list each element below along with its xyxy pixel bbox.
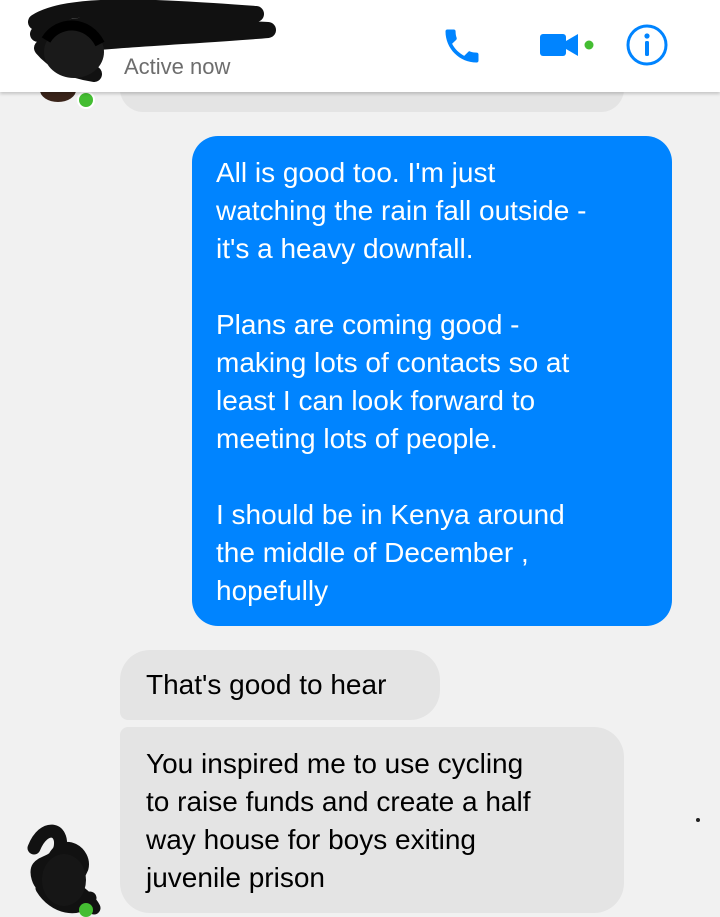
info-button[interactable] — [624, 22, 670, 68]
info-icon — [626, 24, 668, 66]
contact-avatar-redacted — [27, 824, 101, 917]
video-camera-icon — [540, 34, 594, 56]
sent-message-paragraph: I should be in Kenya around the middle o… — [216, 499, 565, 606]
stray-dot — [696, 818, 700, 822]
phone-icon — [445, 29, 479, 63]
received-message-bubble: You inspired me to use cycling to raise … — [120, 727, 624, 913]
conversation-header: Active now — [0, 0, 720, 92]
sent-message-paragraph: Plans are coming good - making lots of c… — [216, 309, 570, 454]
received-message-bubble: That's good to hear — [120, 650, 440, 720]
sent-message-paragraph: All is good too. I'm just watching the r… — [216, 157, 587, 264]
call-button[interactable] — [440, 24, 484, 68]
active-status: Active now — [124, 54, 231, 79]
video-call-button[interactable] — [538, 28, 598, 62]
sent-message-bubble: All is good too. I'm just watching the r… — [192, 136, 672, 626]
